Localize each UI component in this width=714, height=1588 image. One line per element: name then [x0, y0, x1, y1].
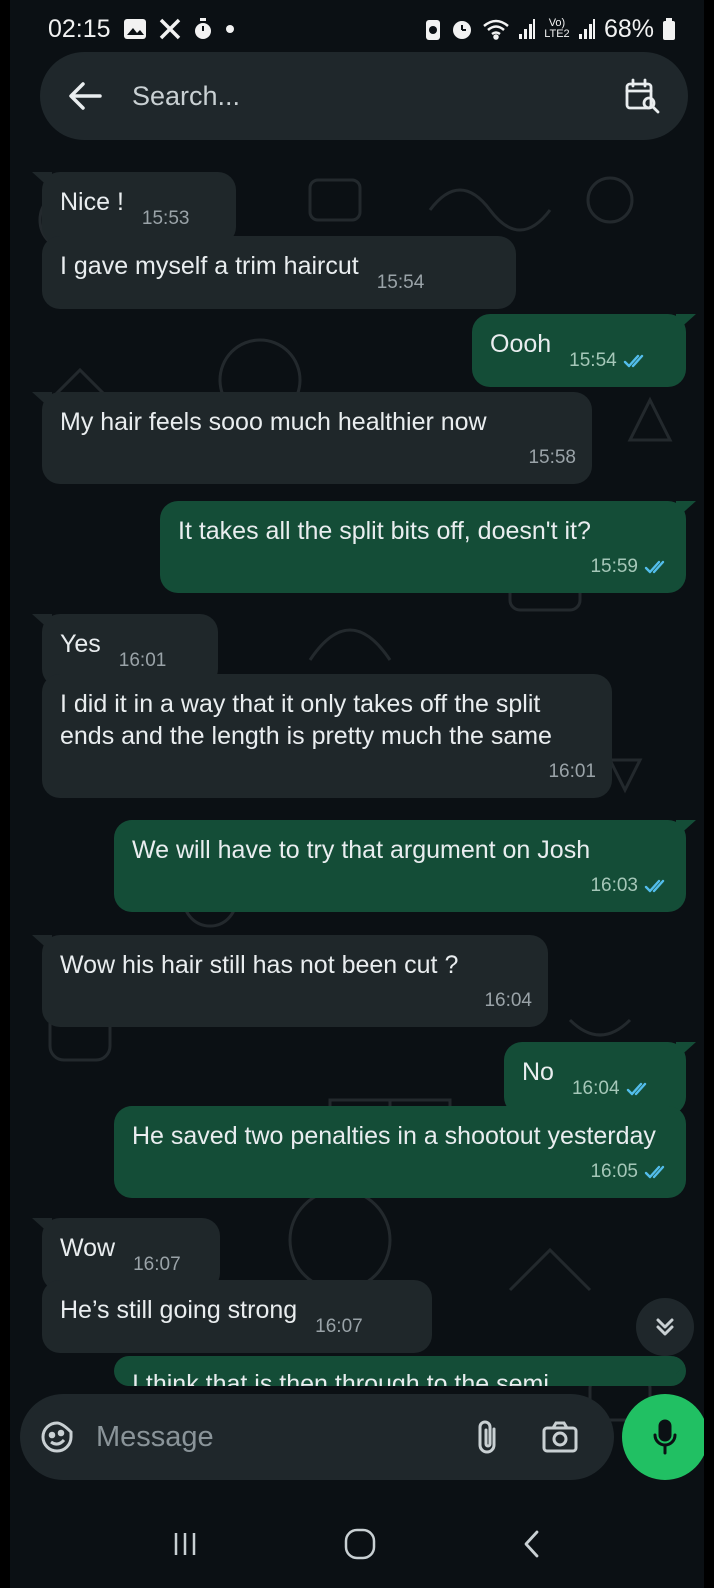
signal-icon-2 — [578, 18, 596, 40]
incoming-message[interactable]: He’s still going strong 16:07 — [42, 1280, 432, 1353]
alarm-icon — [450, 17, 474, 41]
incoming-message[interactable]: Nice ! 15:53 — [32, 172, 236, 245]
battery-icon — [662, 17, 676, 41]
camera-icon[interactable] — [542, 1421, 578, 1453]
sticker-icon[interactable] — [40, 1420, 74, 1454]
timer-icon — [193, 17, 213, 41]
message-time: 15:54 — [569, 350, 617, 371]
message-time: 16:07 — [133, 1254, 181, 1275]
calendar-search-icon[interactable] — [624, 78, 660, 114]
message-text: Wow — [60, 1234, 116, 1262]
arrow-left-icon[interactable] — [68, 81, 102, 111]
incoming-message[interactable]: Wow his hair still has not been cut ? 16:… — [32, 935, 548, 1027]
dot-icon — [225, 24, 235, 34]
chat-screen: 02:15 Vo) LTE2 68% Search... Nice ! 15:5… — [10, 0, 704, 1588]
message-text: I think that is then through to the semi — [132, 1370, 549, 1386]
message-text: I gave myself a trim haircut — [60, 252, 359, 280]
incoming-message[interactable]: I gave myself a trim haircut 15:54 — [42, 236, 516, 309]
battery-percent: 68% — [603, 14, 654, 43]
message-time: 15:58 — [528, 447, 576, 468]
message-time: 16:07 — [315, 1316, 363, 1337]
message-time: 16:01 — [548, 761, 596, 782]
status-bar: 02:15 Vo) LTE2 68% — [10, 0, 704, 58]
message-text: It takes all the split bits off, doesn't… — [178, 517, 591, 545]
battery-saver-icon — [424, 17, 442, 41]
message-time: 16:01 — [118, 650, 167, 671]
message-time: 16:05 — [590, 1161, 638, 1182]
mic-icon — [652, 1419, 678, 1455]
search-input[interactable]: Search... — [132, 81, 624, 112]
message-time: 16:04 — [484, 990, 532, 1011]
outgoing-message[interactable]: We will have to try that argument on Jos… — [114, 820, 696, 912]
incoming-message[interactable]: I did it in a way that it only takes off… — [42, 674, 612, 798]
message-composer: Message — [20, 1394, 614, 1480]
message-text: Yes — [60, 630, 101, 658]
double-check-icon — [623, 345, 649, 377]
status-time: 02:15 — [48, 14, 111, 43]
message-text: Wow his hair still has not been cut ? — [60, 951, 459, 979]
wifi-icon — [482, 18, 510, 40]
mic-button[interactable] — [622, 1394, 704, 1480]
home-icon[interactable] — [343, 1527, 377, 1561]
message-time: 16:03 — [590, 875, 638, 896]
paperclip-icon[interactable] — [476, 1419, 500, 1455]
message-text: He’s still going strong — [60, 1296, 298, 1324]
outgoing-message[interactable]: I think that is then through to the semi — [114, 1356, 686, 1386]
message-text: My hair feels sooo much healthier now — [60, 408, 487, 436]
outgoing-message[interactable]: No 16:04 — [504, 1042, 696, 1115]
message-time: 15:54 — [376, 272, 425, 293]
message-text: No — [522, 1058, 554, 1086]
double-chevron-down-icon — [653, 1315, 677, 1339]
incoming-message[interactable]: My hair feels sooo much healthier now 15:… — [32, 392, 592, 484]
double-check-icon — [644, 1156, 670, 1188]
system-nav-bar — [10, 1500, 704, 1588]
double-check-icon — [644, 551, 670, 583]
network-label: Vo) LTE2 — [544, 17, 570, 40]
message-input[interactable]: Message — [96, 1421, 476, 1454]
back-icon[interactable] — [522, 1529, 542, 1559]
outgoing-message[interactable]: It takes all the split bits off, doesn't… — [160, 501, 696, 593]
double-check-icon — [626, 1073, 652, 1105]
message-text: We will have to try that argument on Jos… — [132, 836, 591, 864]
message-time: 15:59 — [590, 556, 638, 577]
message-text: He saved two penalties in a shootout yes… — [132, 1122, 656, 1150]
scroll-down-button[interactable] — [636, 1298, 694, 1356]
outgoing-message[interactable]: He saved two penalties in a shootout yes… — [114, 1106, 686, 1198]
message-text: Nice ! — [60, 188, 124, 216]
signal-icon — [518, 18, 536, 40]
message-text: I did it in a way that it only takes off… — [60, 690, 552, 750]
outgoing-message[interactable]: Oooh 15:54 — [472, 314, 696, 387]
recent-apps-icon[interactable] — [172, 1531, 198, 1557]
x-app-icon — [159, 18, 181, 40]
message-time: 16:04 — [571, 1078, 620, 1099]
gallery-icon — [123, 18, 147, 40]
message-time: 15:53 — [141, 208, 190, 229]
search-bar: Search... — [40, 52, 688, 140]
message-text: Oooh — [490, 330, 552, 358]
double-check-icon — [644, 870, 670, 902]
